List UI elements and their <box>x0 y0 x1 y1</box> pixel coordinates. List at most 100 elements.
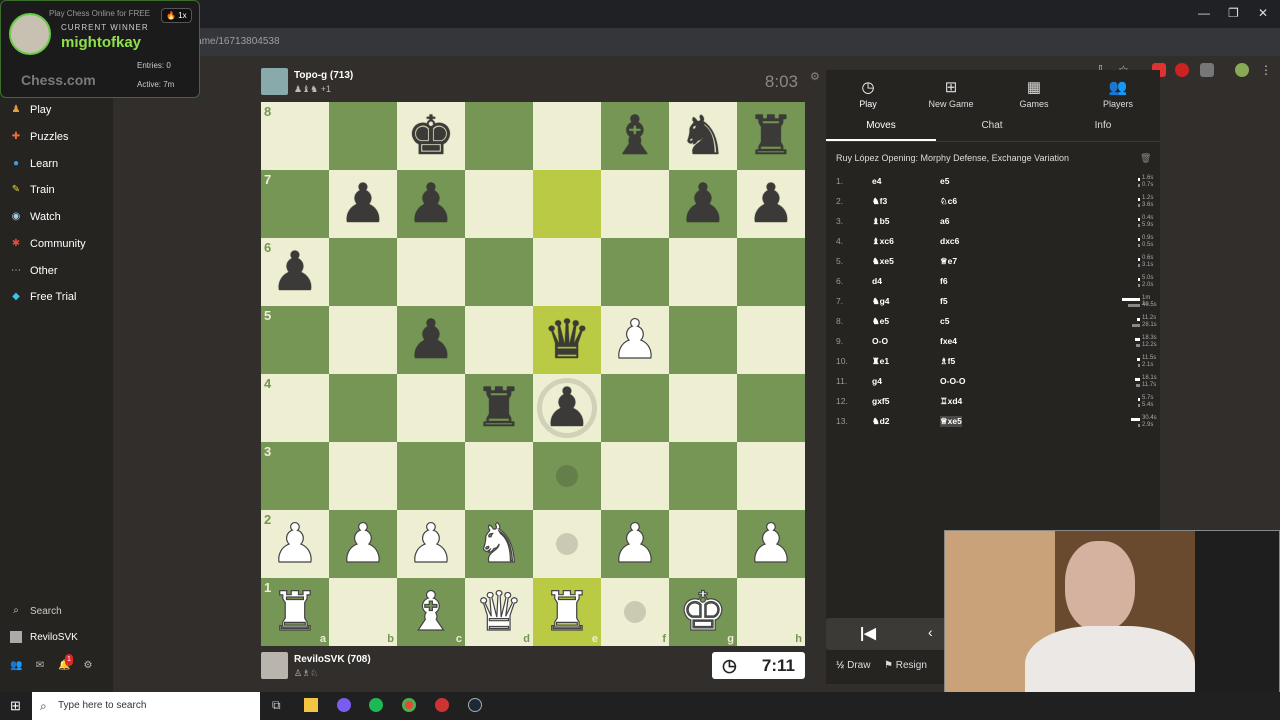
white-pawn-icon[interactable]: ♟ <box>610 312 660 367</box>
player-name[interactable]: Topo-g (713) <box>294 70 353 81</box>
square-b1[interactable]: b <box>329 578 397 646</box>
subtab-chat[interactable]: Chat <box>937 120 1047 131</box>
black-move[interactable]: ♘c6 <box>940 196 957 207</box>
square-c5[interactable]: ♟ <box>397 306 465 374</box>
square-b8[interactable] <box>329 102 397 170</box>
tab-players[interactable]: 👥 Players <box>1078 78 1158 109</box>
black-move[interactable]: fxe4 <box>940 336 957 346</box>
square-g3[interactable] <box>669 442 737 510</box>
white-rook-icon[interactable]: ♜ <box>270 584 320 639</box>
sidebar-item-watch[interactable]: ◉ Watch <box>10 211 61 223</box>
windows-start-icon[interactable]: ⊞ <box>10 698 21 714</box>
task-view-icon[interactable]: ⧉ <box>272 698 281 713</box>
square-g7[interactable]: ♟ <box>669 170 737 238</box>
square-d2[interactable]: ♞ <box>465 510 533 578</box>
chrome-icon[interactable] <box>402 698 416 712</box>
square-a1[interactable]: 1 a ♜ <box>261 578 329 646</box>
square-e7[interactable] <box>533 170 601 238</box>
white-move[interactable]: O-O <box>872 336 888 346</box>
mail-icon[interactable]: ✉ <box>34 660 46 672</box>
square-g2[interactable] <box>669 510 737 578</box>
settings-icon[interactable]: ⚙ <box>810 70 820 83</box>
maximize-button[interactable]: ❐ <box>1228 6 1239 20</box>
black-move[interactable]: f5 <box>940 296 948 306</box>
square-d8[interactable] <box>465 102 533 170</box>
player-name[interactable]: ReviloSVK (708) <box>294 654 371 665</box>
square-e2[interactable] <box>533 510 601 578</box>
square-g1[interactable]: g ♚ <box>669 578 737 646</box>
black-pawn-icon[interactable]: ♟ <box>407 313 455 367</box>
profile-icon[interactable] <box>1235 63 1249 77</box>
white-move[interactable]: d4 <box>872 276 882 286</box>
sidebar-item-community[interactable]: ✱ Community <box>10 238 86 250</box>
black-pawn-icon[interactable]: ♟ <box>747 177 795 231</box>
square-f6[interactable] <box>601 238 669 306</box>
square-b5[interactable] <box>329 306 397 374</box>
black-bishop-icon[interactable]: ♝ <box>611 109 659 163</box>
square-b4[interactable] <box>329 374 397 442</box>
black-move[interactable]: ♖xd4 <box>940 396 962 407</box>
white-move[interactable]: ♞g4 <box>872 296 890 307</box>
white-pawn-icon[interactable]: ♟ <box>746 516 796 571</box>
black-move[interactable]: ♕e7 <box>940 256 957 267</box>
sidebar-item-other[interactable]: ⋯ Other <box>10 265 58 277</box>
sidebar-search[interactable]: ⌕ Search <box>10 605 62 617</box>
square-b3[interactable] <box>329 442 397 510</box>
subtab-info[interactable]: Info <box>1048 120 1158 131</box>
square-e8[interactable] <box>533 102 601 170</box>
black-king-icon[interactable]: ♚ <box>407 109 455 163</box>
square-d1[interactable]: d ♛ <box>465 578 533 646</box>
square-g5[interactable] <box>669 306 737 374</box>
square-f5[interactable]: ♟ <box>601 306 669 374</box>
black-queen-icon[interactable]: ♛ <box>543 313 591 367</box>
close-button[interactable]: ✕ <box>1258 6 1268 20</box>
square-b2[interactable]: ♟ <box>329 510 397 578</box>
square-b6[interactable] <box>329 238 397 306</box>
black-move[interactable]: ♕xe5 <box>940 416 962 427</box>
square-b7[interactable]: ♟ <box>329 170 397 238</box>
square-f3[interactable] <box>601 442 669 510</box>
white-move[interactable]: gxf5 <box>872 396 889 406</box>
capture-hint-ring[interactable] <box>537 378 597 438</box>
bell-icon[interactable]: 🔔 1 <box>58 654 73 672</box>
square-d5[interactable] <box>465 306 533 374</box>
black-move[interactable]: O-O-O <box>940 376 966 386</box>
move-hint-dot[interactable] <box>556 533 578 555</box>
square-f8[interactable]: ♝ <box>601 102 669 170</box>
white-move[interactable]: ♝b5 <box>872 216 890 227</box>
square-a8[interactable]: 8 <box>261 102 329 170</box>
square-h2[interactable]: ♟ <box>737 510 805 578</box>
square-g4[interactable] <box>669 374 737 442</box>
settings-icon[interactable]: ⚙ <box>82 660 94 672</box>
tab-games[interactable]: ▦ Games <box>994 78 1074 109</box>
taskbar-search[interactable]: ⌕ Type here to search <box>32 692 260 720</box>
black-pawn-icon[interactable]: ♟ <box>407 177 455 231</box>
black-knight-icon[interactable]: ♞ <box>679 109 727 163</box>
square-e5[interactable]: ♛ <box>533 306 601 374</box>
move-hint-dot[interactable] <box>556 465 578 487</box>
menu-icon[interactable]: ⋮ <box>1260 63 1274 77</box>
black-rook-icon[interactable]: ♜ <box>747 109 795 163</box>
white-move[interactable]: ♜e1 <box>872 356 889 367</box>
white-queen-icon[interactable]: ♛ <box>474 584 524 639</box>
square-a7[interactable]: 7 <box>261 170 329 238</box>
sidebar-item-train[interactable]: ✎ Train <box>10 184 55 196</box>
square-h4[interactable] <box>737 374 805 442</box>
puzzle-extensions-icon[interactable] <box>1200 63 1214 77</box>
white-move[interactable]: ♞d2 <box>872 416 890 427</box>
square-h7[interactable]: ♟ <box>737 170 805 238</box>
resign-button[interactable]: ⚑ Resign <box>884 660 927 671</box>
square-d4[interactable]: ♜ <box>465 374 533 442</box>
white-move[interactable]: ♞f3 <box>872 196 887 207</box>
square-a3[interactable]: 3 <box>261 442 329 510</box>
sidebar-user[interactable]: ReviloSVK <box>10 631 78 643</box>
black-move[interactable]: c5 <box>940 316 949 326</box>
square-e1[interactable]: e ♜ <box>533 578 601 646</box>
black-rook-icon[interactable]: ♜ <box>475 381 523 435</box>
white-pawn-icon[interactable]: ♟ <box>338 516 388 571</box>
square-a4[interactable]: 4 <box>261 374 329 442</box>
black-move[interactable]: dxc6 <box>940 236 959 246</box>
minimize-button[interactable]: — <box>1198 6 1210 20</box>
square-e3[interactable] <box>533 442 601 510</box>
white-pawn-icon[interactable]: ♟ <box>406 516 456 571</box>
